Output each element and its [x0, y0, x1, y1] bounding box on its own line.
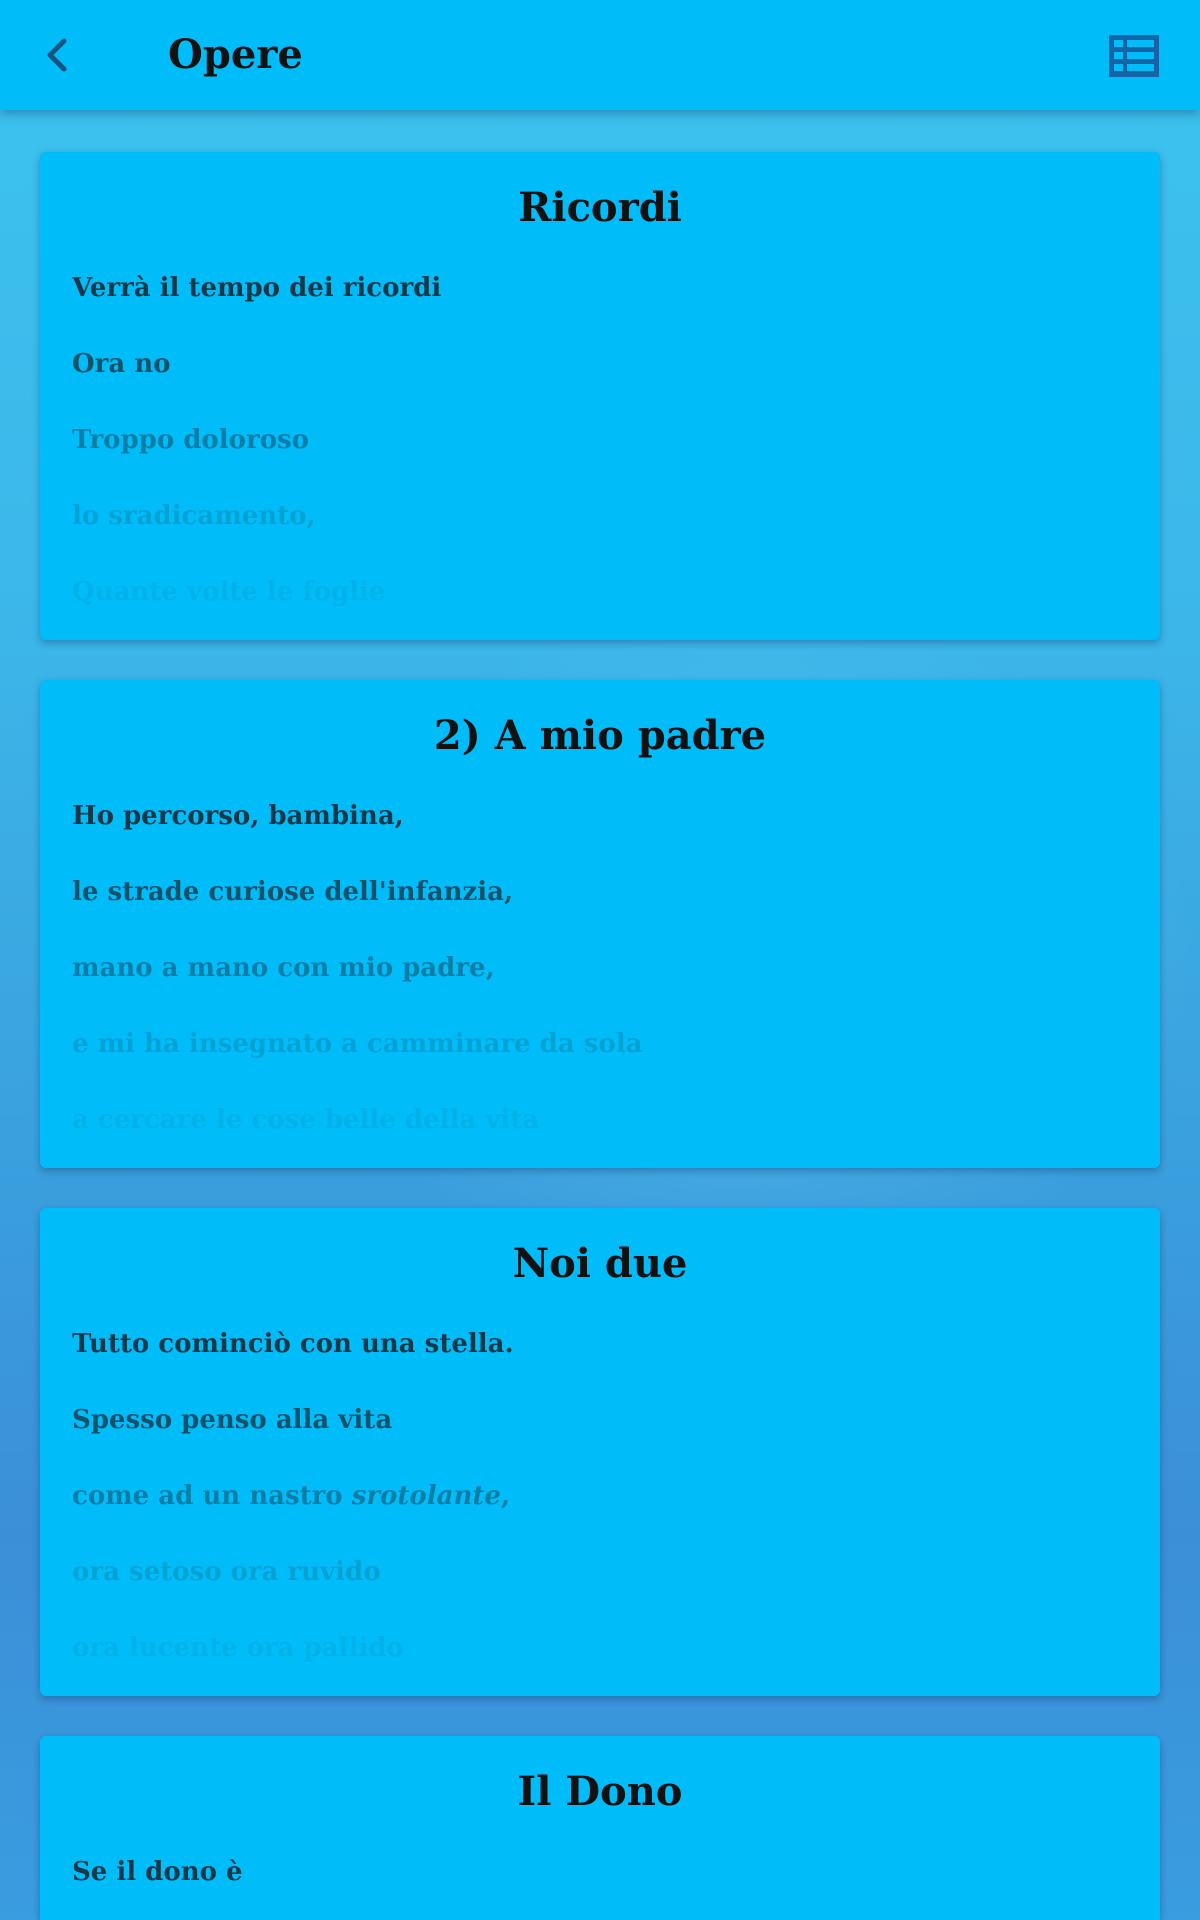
poem-card-a-mio-padre[interactable]: 2) A mio padre Ho percorso, bambina, le …: [40, 680, 1160, 1168]
poem-line: Spesso penso alla vita: [72, 1405, 393, 1435]
poem-line: Se il dono è: [72, 1857, 243, 1887]
poem-line: ora lucente ora pallido: [72, 1633, 404, 1663]
poem-title: Noi due: [512, 1240, 688, 1287]
chevron-left-icon: [47, 38, 67, 72]
poem-card-ricordi[interactable]: Ricordi Verrà il tempo dei ricordi Ora n…: [40, 152, 1160, 640]
list-icon: [1109, 35, 1159, 77]
poem-line: come ad un nastro srotolante,: [72, 1476, 510, 1516]
page-title: Opere: [168, 31, 303, 78]
poem-line: ora setoso ora ruvido: [72, 1557, 381, 1587]
poem-line: Verrà il tempo dei ricordi: [72, 273, 442, 303]
poem-line: lo sradicamento,: [72, 501, 316, 531]
poem-line: mano a mano con mio padre,: [72, 953, 495, 983]
poem-line-end: ,: [500, 1481, 510, 1511]
poem-line: le strade curiose dell'infanzia,: [72, 877, 514, 907]
poem-line: Tutto cominciò con una stella.: [72, 1329, 514, 1359]
poem-line: Ho percorso, bambina,: [72, 801, 404, 831]
app-bar: Opere: [0, 0, 1200, 110]
poem-card-noi-due[interactable]: Noi due Tutto cominciò con una stella. S…: [40, 1208, 1160, 1696]
poem-title: Ricordi: [518, 184, 682, 231]
poem-line-text: come ad un nastro: [72, 1481, 352, 1511]
poem-line-italic: srotolante: [351, 1481, 501, 1511]
poem-card-il-dono[interactable]: Il Dono Se il dono è: [40, 1736, 1160, 1920]
back-button[interactable]: [28, 25, 88, 85]
poem-line: Quante volte le foglie: [72, 577, 386, 607]
poem-line: Ora no: [72, 349, 171, 379]
list-view-button[interactable]: [1104, 28, 1164, 84]
poem-line: e mi ha insegnato a camminare da sola: [72, 1029, 643, 1059]
poem-title: Il Dono: [517, 1768, 683, 1815]
poem-line: a cercare le cose belle della vita: [72, 1105, 540, 1135]
poem-title: 2) A mio padre: [433, 712, 767, 759]
poem-line: Troppo doloroso: [72, 425, 310, 455]
